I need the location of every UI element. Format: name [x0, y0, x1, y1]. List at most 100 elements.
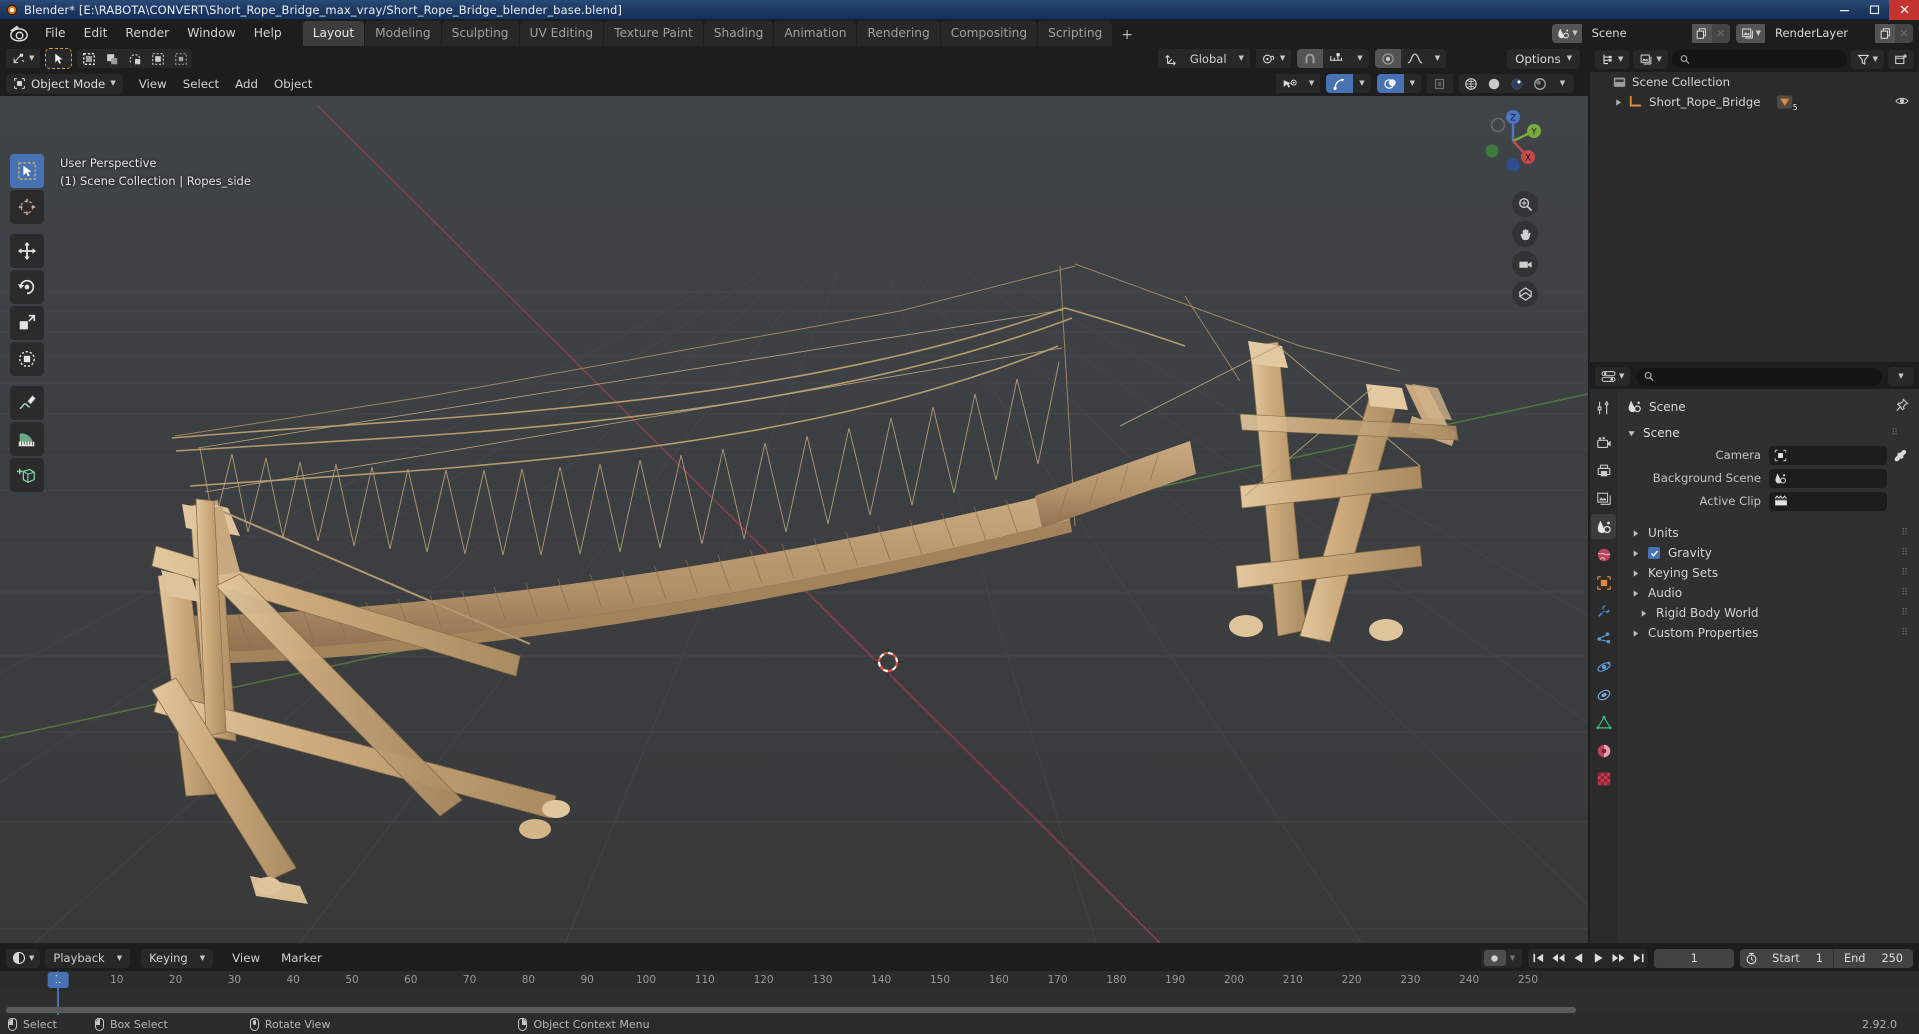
editor-type-selector[interactable]: ▼ [6, 49, 41, 68]
move-tool[interactable] [10, 234, 44, 268]
object-visibility-icon[interactable] [1275, 74, 1303, 93]
blender-logo-icon[interactable] [8, 23, 30, 43]
rotate-tool[interactable] [10, 270, 44, 304]
play-reverse-icon[interactable] [1568, 949, 1588, 968]
add-cube-tool[interactable] [10, 458, 44, 492]
view-layer-name-field[interactable]: RenderLayer [1765, 23, 1875, 43]
visibility-group[interactable]: ▼ [1275, 74, 1321, 93]
tweak-tool-header-icon[interactable] [46, 49, 72, 68]
tab-sculpting[interactable]: Sculpting [441, 21, 519, 46]
modifier-tab[interactable] [1591, 598, 1616, 623]
pin-id-icon[interactable] [1895, 398, 1909, 415]
keying-sets-drag-dots[interactable]: ⠿ [1901, 568, 1909, 578]
proportional-edit-icon[interactable] [1374, 49, 1401, 68]
tab-uv-editing[interactable]: UV Editing [519, 21, 604, 46]
scene-tab[interactable] [1591, 514, 1616, 539]
jump-start-icon[interactable] [1528, 949, 1548, 968]
constraints-tab[interactable] [1591, 682, 1616, 707]
active-clip-field[interactable] [1769, 491, 1887, 511]
tab-shading[interactable]: Shading [703, 21, 774, 46]
viewport-canvas[interactable] [0, 96, 1588, 943]
chevron-right-icon[interactable] [1639, 609, 1648, 618]
menu-edit[interactable]: Edit [75, 23, 117, 43]
viewport-options-button[interactable]: Options ▼ [1507, 48, 1580, 69]
snap-chevron[interactable]: ▼ [1351, 49, 1369, 68]
timeline-scrollbar[interactable] [6, 1007, 1576, 1013]
transform-orientation-chevron[interactable]: ▼ [1232, 49, 1250, 68]
keying-sets-section[interactable]: Keying Sets ⠿ [1617, 563, 1919, 583]
pivot-point-group[interactable]: ▼ [1255, 49, 1292, 68]
add-workspace-button[interactable]: + [1113, 24, 1141, 46]
outliner-display-mode-icon[interactable]: ▼ [1633, 49, 1668, 69]
cursor-tool[interactable] [10, 190, 44, 224]
end-frame-field[interactable]: End 250 [1832, 948, 1913, 968]
custom-properties-section[interactable]: Custom Properties ⠿ [1617, 623, 1919, 643]
camera-eyedropper-icon[interactable] [1887, 449, 1907, 462]
properties-editor-type-icon[interactable]: ▼ [1595, 367, 1631, 386]
select-box-icon[interactable] [77, 49, 100, 68]
viewport-menu-object[interactable]: Object [266, 74, 320, 94]
rigid-body-world-section[interactable]: Rigid Body World ⠿ [1617, 603, 1919, 623]
physics-tab[interactable] [1591, 654, 1616, 679]
background-scene-field[interactable] [1769, 468, 1887, 488]
tab-texture-paint[interactable]: Texture Paint [604, 21, 703, 46]
shading-chevron[interactable]: ▼ [1551, 74, 1574, 93]
current-frame-field[interactable]: 1 [1654, 948, 1735, 968]
xray-group[interactable] [1427, 74, 1453, 93]
timeline-menu-keying[interactable]: Keying [143, 948, 194, 968]
outliner-row-scene-collection[interactable]: Scene Collection [1590, 72, 1919, 92]
panel-drag-dots[interactable]: ⠿ [1891, 428, 1909, 438]
scene-icon[interactable]: ▼ [1552, 23, 1582, 43]
properties-options-chevron[interactable]: ▼ [1888, 367, 1914, 386]
select-lasso-icon[interactable] [123, 49, 146, 68]
audio-drag-dots[interactable]: ⠿ [1901, 588, 1909, 598]
auto-keying-icon[interactable] [1483, 950, 1506, 966]
snap-increment-icon[interactable] [1323, 49, 1352, 68]
chevron-right-icon[interactable] [1631, 549, 1640, 558]
transform-orientation-value[interactable]: Global [1183, 49, 1233, 68]
menu-window[interactable]: Window [178, 23, 245, 43]
material-preview-shading-icon[interactable] [1505, 74, 1528, 93]
texture-tab[interactable] [1591, 766, 1616, 791]
falloff-curve-icon[interactable] [1400, 49, 1429, 68]
select-tweak-icon[interactable] [100, 49, 123, 68]
view-layer-icon[interactable]: ▼ [1735, 23, 1765, 43]
new-collection-icon[interactable] [1888, 49, 1914, 69]
annotate-tool[interactable] [10, 386, 44, 420]
timeline-ruler[interactable]: 1 10203040506070809010011012013014015016… [0, 971, 1919, 991]
timeline-menu-marker[interactable]: Marker [273, 948, 330, 968]
gravity-section[interactable]: Gravity ⠿ [1617, 543, 1919, 563]
jump-end-icon[interactable] [1628, 949, 1648, 968]
toggle-xray-icon[interactable] [1427, 74, 1453, 93]
gravity-drag-dots[interactable]: ⠿ [1901, 548, 1909, 558]
chevron-right-icon[interactable] [1631, 569, 1640, 578]
view-layer-tab[interactable] [1591, 486, 1616, 511]
chevron-right-icon[interactable] [1631, 529, 1640, 538]
proportional-editing-group[interactable]: ▼ [1374, 49, 1447, 68]
outliner-search-input[interactable] [1671, 50, 1847, 68]
material-tab[interactable] [1591, 738, 1616, 763]
custom-properties-drag-dots[interactable]: ⠿ [1901, 628, 1909, 638]
tab-scripting[interactable]: Scripting [1038, 21, 1113, 46]
tool-tab[interactable] [1591, 395, 1616, 420]
falloff-chevron[interactable]: ▼ [1428, 49, 1447, 68]
camera-field[interactable] [1769, 445, 1887, 465]
particles-tab[interactable] [1591, 626, 1616, 651]
properties-search-input[interactable] [1636, 367, 1882, 386]
gravity-checkbox[interactable] [1648, 547, 1660, 559]
tab-compositing[interactable]: Compositing [940, 21, 1038, 46]
active-tool-indicator[interactable] [45, 48, 73, 69]
snap-magnet-icon[interactable] [1297, 49, 1324, 68]
scene-panel-header[interactable]: Scene ⠿ [1617, 423, 1919, 443]
transform-tool[interactable] [10, 342, 44, 376]
visibility-eye-icon[interactable] [1895, 95, 1909, 110]
menu-help[interactable]: Help [245, 23, 291, 43]
world-tab[interactable] [1591, 542, 1616, 567]
camera-view-icon[interactable] [1512, 251, 1538, 277]
outliner-search-field[interactable] [1694, 52, 1839, 66]
start-frame-field[interactable]: Start 1 [1762, 949, 1833, 968]
unlink-scene-button[interactable]: ✕ [1711, 23, 1730, 43]
render-tab[interactable] [1591, 430, 1616, 455]
3d-viewport[interactable]: User Perspective (1) Scene Collection | … [0, 46, 1588, 943]
viewport-menu-select[interactable]: Select [175, 74, 227, 94]
